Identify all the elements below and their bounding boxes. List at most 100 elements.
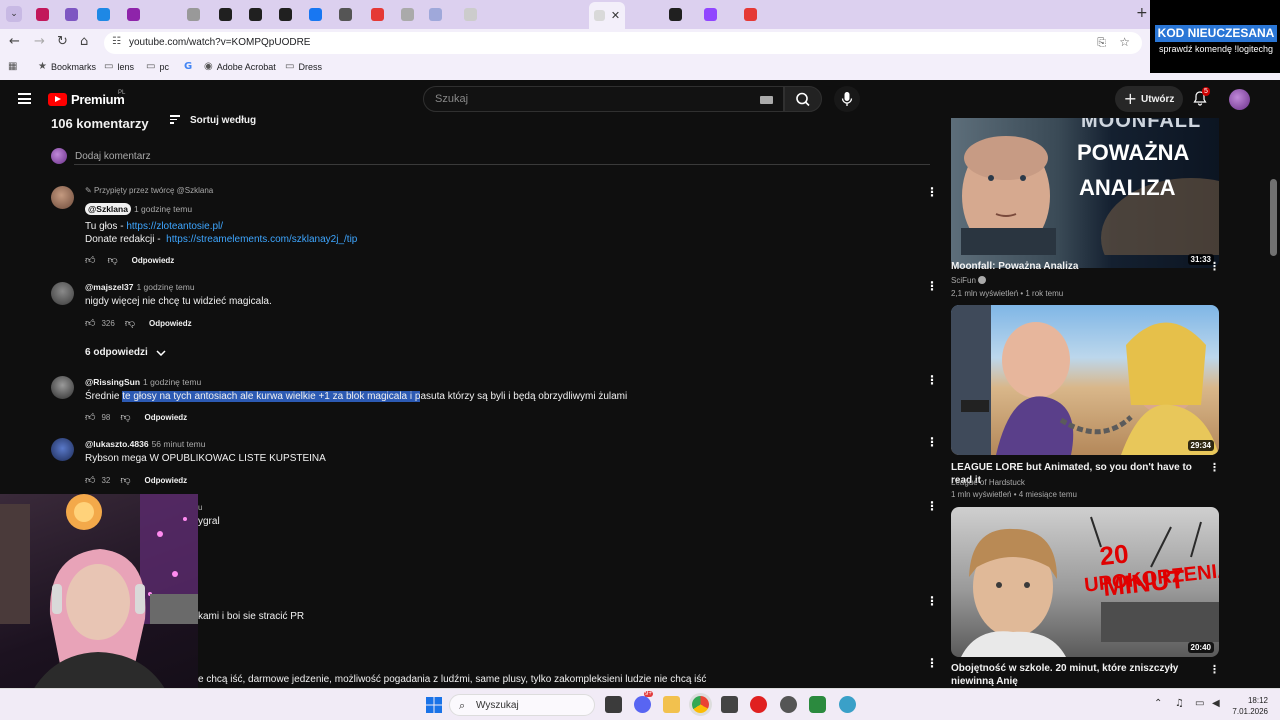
browser-tab[interactable] xyxy=(362,4,392,24)
search-input[interactable]: Szukaj xyxy=(423,86,784,112)
youtube-logo[interactable]: Premium PL xyxy=(48,90,125,107)
like-icon[interactable]: 👍︎ xyxy=(85,317,95,329)
video-thumbnail[interactable]: MOONFALL POWAŻNA ANALIZA 31:33 xyxy=(951,118,1219,268)
more-options-icon[interactable]: ⋮ xyxy=(1209,461,1220,474)
bookmark-item[interactable]: G xyxy=(184,61,192,72)
browser-tab[interactable] xyxy=(300,4,330,24)
browser-tab[interactable] xyxy=(270,4,300,24)
voice-search-button[interactable] xyxy=(834,86,860,112)
more-options-icon[interactable]: ⋮ xyxy=(926,435,938,449)
browser-tab[interactable] xyxy=(210,4,240,24)
browser-tab[interactable] xyxy=(56,4,86,24)
comment-time[interactable]: 1 godzinę temu xyxy=(134,204,192,214)
windows-start-icon[interactable] xyxy=(426,697,442,713)
notifications-button[interactable]: 5 xyxy=(1192,87,1210,106)
tab-search-icon[interactable]: ⌄ xyxy=(6,6,22,22)
app-icon[interactable] xyxy=(839,696,856,713)
comment-time[interactable]: 56 minut temu xyxy=(152,439,206,449)
browser-tab[interactable] xyxy=(695,4,725,24)
network-icon[interactable]: ▭ xyxy=(1195,698,1204,709)
browser-tab[interactable] xyxy=(735,4,765,24)
like-icon[interactable]: 👍︎ xyxy=(85,411,95,423)
site-info-icon[interactable]: ☷ xyxy=(112,36,121,47)
like-icon[interactable]: 👍︎ xyxy=(85,474,95,486)
active-tab[interactable]: ✕ xyxy=(589,2,625,29)
account-avatar[interactable] xyxy=(1229,89,1250,110)
video-title[interactable]: Moonfall: Poważna Analiza xyxy=(951,260,1196,273)
show-replies-button[interactable]: 6 odpowiedzi xyxy=(85,347,166,358)
avatar[interactable] xyxy=(51,186,74,209)
home-icon[interactable]: ⌂ xyxy=(80,34,88,49)
browser-tab[interactable] xyxy=(118,4,148,24)
bookmark-item[interactable]: ▭ pc xyxy=(146,61,169,72)
microphone-icon[interactable]: ♫ xyxy=(1175,698,1184,709)
bookmark-item[interactable]: ▭ Dress xyxy=(285,61,322,72)
forward-icon[interactable]: → xyxy=(34,34,45,49)
more-options-icon[interactable]: ⋮ xyxy=(1209,260,1220,273)
chrome-icon[interactable] xyxy=(692,696,709,713)
taskbar-search-input[interactable]: ⌕ Wyszukaj xyxy=(449,694,595,716)
more-options-icon[interactable]: ⋮ xyxy=(1209,663,1220,676)
app-icon[interactable] xyxy=(721,696,738,713)
task-view-icon[interactable] xyxy=(605,696,622,713)
install-app-icon[interactable]: ⎘ xyxy=(1097,36,1106,50)
dislike-icon[interactable]: 👎︎ xyxy=(107,254,117,266)
comment-time[interactable]: 1 godzinę temu xyxy=(143,377,201,387)
more-options-icon[interactable]: ⋮ xyxy=(926,373,938,387)
comment-author[interactable]: @majszel37 xyxy=(85,282,133,292)
dislike-icon[interactable]: 👎︎ xyxy=(125,317,135,329)
app-icon[interactable] xyxy=(780,696,797,713)
browser-tab[interactable] xyxy=(240,4,270,24)
bookmark-item[interactable]: ▭ lens xyxy=(104,61,134,72)
apps-icon[interactable]: ▦ xyxy=(8,61,17,72)
back-icon[interactable]: ← xyxy=(9,34,20,49)
sort-button[interactable]: Sortuj według xyxy=(170,115,256,126)
video-thumbnail[interactable]: 20 MINUT UPOKORZENIA 20:40 xyxy=(951,507,1219,657)
new-tab-button[interactable]: + xyxy=(1136,5,1148,21)
comment-link[interactable]: https://zloteantosie.pl/ xyxy=(126,221,223,232)
chevron-up-icon[interactable]: ⌃ xyxy=(1154,698,1162,709)
comment-time[interactable]: 1 godzinę temu xyxy=(136,282,194,292)
channel-name[interactable]: SciFun xyxy=(951,276,987,285)
browser-tab[interactable] xyxy=(178,4,208,24)
browser-tab[interactable] xyxy=(660,4,690,24)
discord-icon[interactable]: 9+ xyxy=(634,691,653,713)
app-icon[interactable] xyxy=(750,696,767,713)
avatar[interactable] xyxy=(51,438,74,461)
video-title[interactable]: Obojętność w szkole. 20 minut, które zni… xyxy=(951,662,1196,688)
add-comment-field[interactable]: Dodaj komentarz xyxy=(51,148,151,164)
reply-button[interactable]: Odpowiedz xyxy=(132,256,175,265)
menu-icon[interactable] xyxy=(18,93,31,104)
reply-button[interactable]: Odpowiedz xyxy=(149,319,192,328)
bookmark-item[interactable]: ★ Bookmarks xyxy=(38,61,96,72)
volume-icon[interactable]: ◀ xyxy=(1212,698,1220,709)
more-options-icon[interactable]: ⋮ xyxy=(926,656,938,670)
file-explorer-icon[interactable] xyxy=(663,696,680,713)
keyboard-icon[interactable] xyxy=(760,96,773,104)
browser-tab[interactable] xyxy=(88,4,118,24)
comment-author[interactable]: @lukaszto.4836 xyxy=(85,439,149,449)
comment-author[interactable]: @Szklana xyxy=(85,203,131,215)
comment-link[interactable]: https://streamelements.com/szklanay2j_/t… xyxy=(166,234,357,245)
dislike-icon[interactable]: 👎︎ xyxy=(120,474,130,486)
avatar[interactable] xyxy=(51,282,74,305)
related-video[interactable]: MOONFALL POWAŻNA ANALIZA 31:33 Moonfall:… xyxy=(951,118,1220,298)
browser-tab[interactable] xyxy=(27,4,57,24)
browser-tab[interactable] xyxy=(455,4,485,24)
search-button[interactable] xyxy=(784,86,822,112)
more-options-icon[interactable]: ⋮ xyxy=(926,499,938,513)
create-button[interactable]: + Utwórz xyxy=(1115,86,1183,112)
related-video[interactable]: 20 MINUT UPOKORZENIA 20:40 Obojętność w … xyxy=(951,507,1220,687)
browser-tab[interactable] xyxy=(392,4,422,24)
system-clock[interactable]: 18:12 7.01.2026 xyxy=(1230,695,1268,717)
scrollbar-thumb[interactable] xyxy=(1270,179,1277,256)
comment-author[interactable]: @RissingSun xyxy=(85,377,140,387)
avatar[interactable] xyxy=(51,376,74,399)
reply-button[interactable]: Odpowiedz xyxy=(145,476,188,485)
close-tab-icon[interactable]: ✕ xyxy=(611,9,620,22)
reply-button[interactable]: Odpowiedz xyxy=(145,413,188,422)
video-thumbnail[interactable]: 29:34 xyxy=(951,305,1219,455)
bookmark-item[interactable]: ◉ Adobe Acrobat xyxy=(204,61,276,72)
dislike-icon[interactable]: 👎︎ xyxy=(120,411,130,423)
channel-name[interactable]: League of Hardstuck xyxy=(951,478,1025,487)
